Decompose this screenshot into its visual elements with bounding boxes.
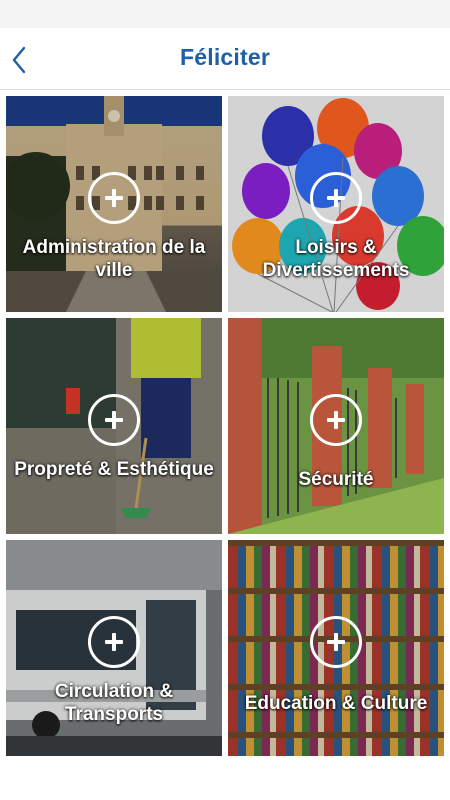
tile-label: Propreté & Esthétique [14,459,214,480]
tile-label: Sécurité [298,469,374,490]
tile-loisirs[interactable]: Loisirs & Divertissements [228,96,444,312]
page-title: Féliciter [179,44,270,70]
tile-proprete[interactable]: Propreté & Esthétique [6,318,222,534]
tile-label: Circulation & Transports [54,681,174,725]
tile-securite[interactable]: Sécurité [228,318,444,534]
plus-circle-icon [88,616,140,668]
plus-circle-icon [88,394,140,446]
status-bar [0,0,450,28]
tile-label: Loisirs & Divertissements [262,237,410,281]
tile-label: Administration de la ville [22,237,206,281]
header-bar: Féliciter [0,28,450,90]
tile-education[interactable]: Education & Culture [228,540,444,756]
tile-label: Education & Culture [244,693,428,714]
tile-circulation[interactable]: Circulation & Transports [6,540,222,756]
plus-circle-icon [310,394,362,446]
plus-circle-icon [88,172,140,224]
plus-circle-icon [310,616,362,668]
tile-administration[interactable]: Administration de la ville [6,96,222,312]
plus-circle-icon [310,172,362,224]
